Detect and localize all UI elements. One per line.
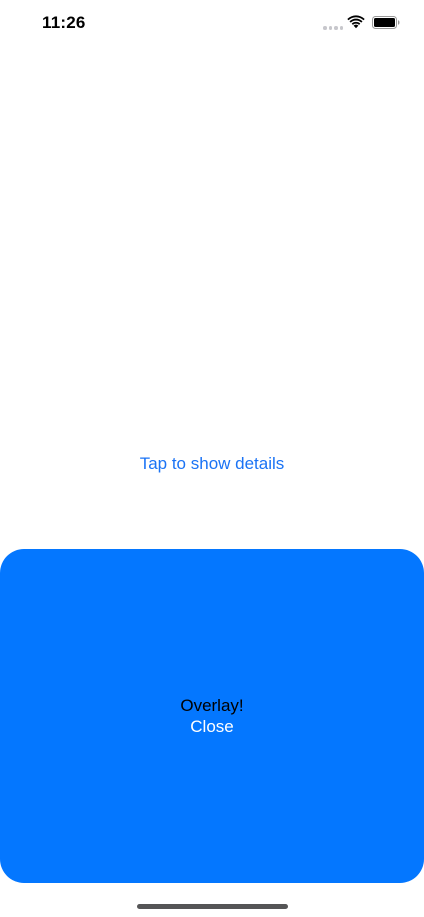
- status-bar: 11:26: [0, 0, 424, 48]
- app-screen: 11:26 Tap to show details Overlay! Close: [0, 0, 424, 917]
- home-indicator[interactable]: [137, 904, 288, 909]
- status-time: 11:26: [42, 13, 86, 32]
- close-button[interactable]: Close: [190, 716, 233, 737]
- battery-icon: [372, 16, 400, 29]
- overlay-title: Overlay!: [180, 696, 244, 715]
- show-details-link[interactable]: Tap to show details: [0, 454, 424, 474]
- wifi-icon: [347, 15, 365, 29]
- overlay-content: Overlay! Close: [0, 695, 424, 737]
- overlay-panel: Overlay! Close: [0, 549, 424, 883]
- cellular-signal-icon: [323, 26, 343, 30]
